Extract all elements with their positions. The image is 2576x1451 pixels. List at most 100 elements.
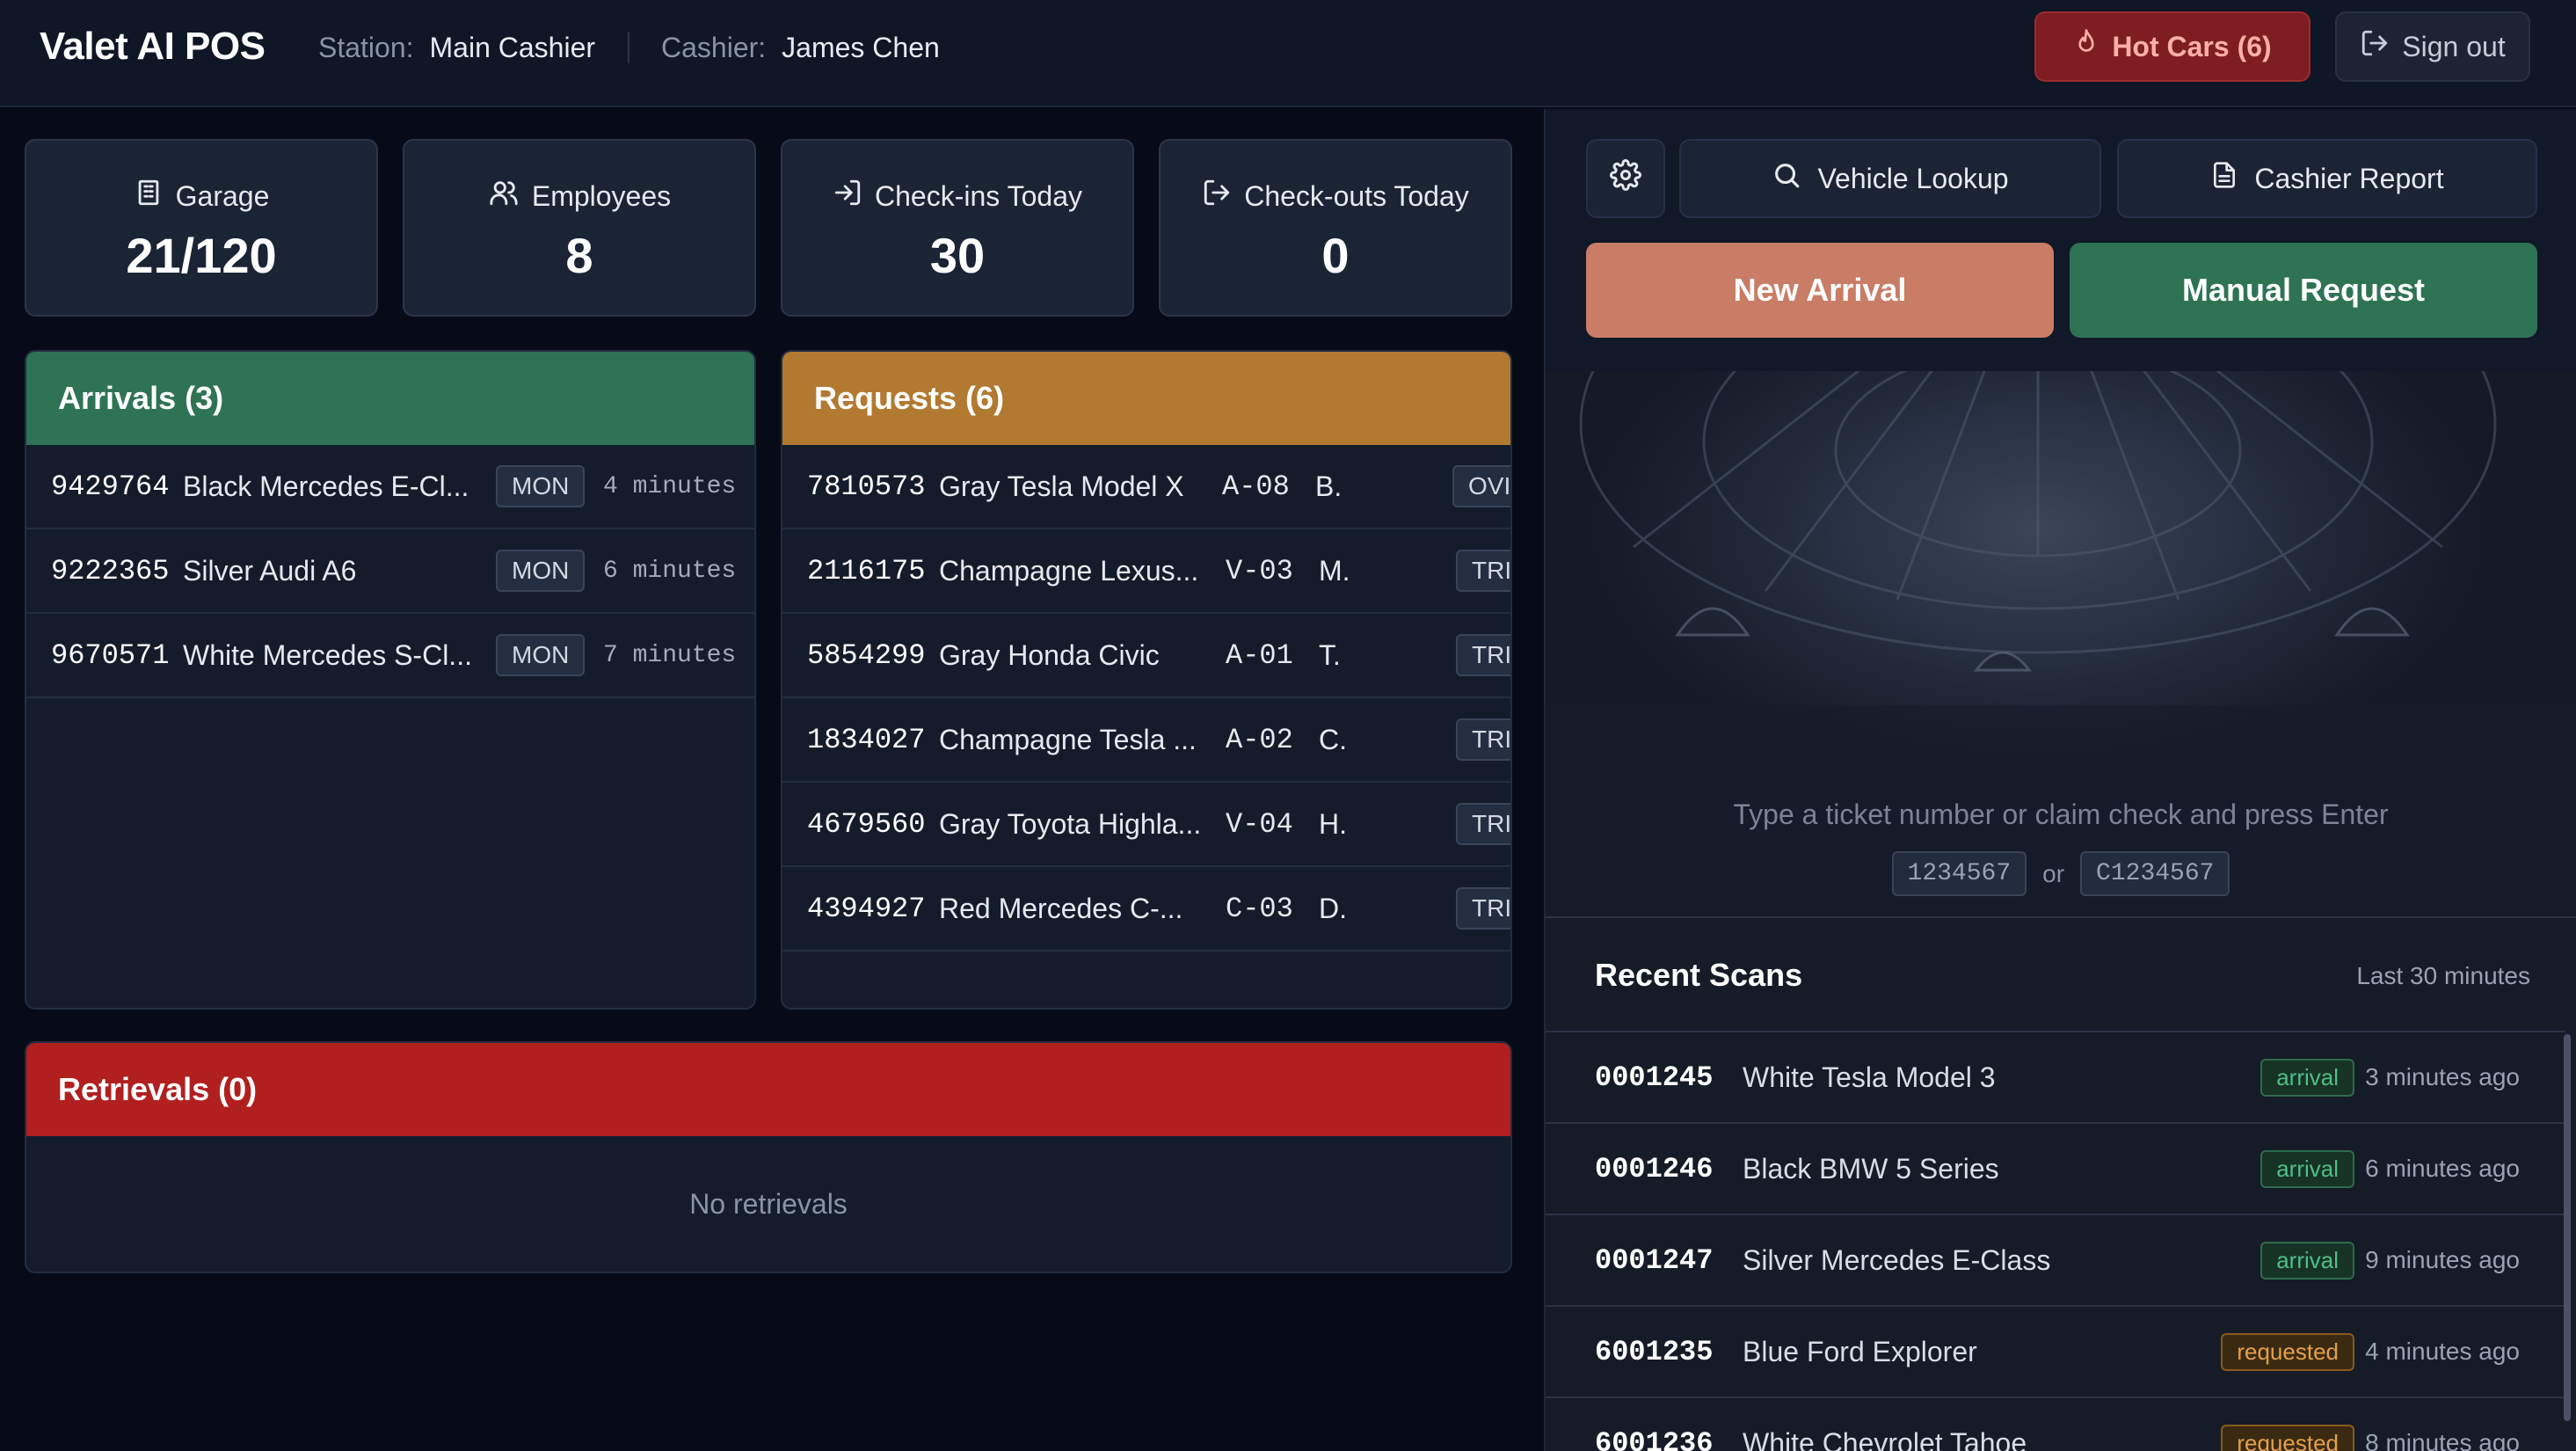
scan-row[interactable]: 0001245 White Tesla Model 3 arrival 3 mi…	[1546, 1031, 2565, 1122]
parking-spot: C-03	[1226, 892, 1293, 925]
cashier-label: Cashier:	[661, 32, 767, 63]
station-info: Station: Main Cashier	[318, 32, 595, 64]
customer-initial: D.	[1319, 892, 1347, 924]
header-divider	[628, 32, 629, 63]
cashier-report-button[interactable]: Cashier Report	[2117, 139, 2537, 218]
stat-garage: Garage 21/120	[25, 139, 378, 317]
stat-employees: Employees 8	[403, 139, 756, 317]
logout-icon	[2360, 28, 2390, 65]
status-badge: arrival	[2260, 1058, 2354, 1097]
flame-icon	[2073, 28, 2099, 65]
new-arrival-button[interactable]: New Arrival	[1586, 243, 2054, 338]
arrival-row[interactable]: 9222365 Silver Audi A6 MON 6 minutes	[26, 529, 754, 614]
vehicle-name: White Mercedes S-Cl...	[183, 638, 472, 671]
cashier-info: Cashier: James Chen	[661, 32, 940, 64]
example-ticket: 1234567	[1891, 851, 2027, 896]
ticket-number: 4679560	[807, 807, 926, 841]
action-panel: Vehicle Lookup Cashier Report New Arriva…	[1544, 109, 2576, 371]
manual-request-button[interactable]: Manual Request	[2070, 243, 2537, 338]
recent-scans-title: Recent Scans	[1595, 957, 1803, 993]
vehicle-name: Silver Audi A6	[183, 554, 357, 587]
vehicle-name: White Tesla Model 3	[1743, 1061, 1996, 1093]
ticket-number: 2116175	[807, 554, 926, 587]
status-tag: MON	[496, 465, 586, 507]
scan-hint: Type a ticket number or claim check and …	[1733, 798, 2389, 830]
settings-button[interactable]	[1586, 139, 1665, 218]
document-icon	[2210, 160, 2238, 197]
hot-cars-button[interactable]: Hot Cars (6)	[2034, 11, 2310, 82]
users-icon	[488, 178, 520, 215]
scan-time: 3 minutes ago	[2365, 1063, 2520, 1090]
status-tag: OVI	[1452, 465, 1510, 507]
ticket-number: 6001235	[1595, 1335, 1714, 1368]
example-claim-check: C1234567	[2080, 851, 2230, 896]
ticket-number: 1834027	[807, 723, 926, 756]
vehicle-name: Black Mercedes E-Cl...	[183, 470, 469, 502]
scan-examples: 1234567 or C1234567	[1546, 851, 2576, 896]
status-tag: TRI	[1456, 718, 1510, 761]
ticket-number: 5854299	[807, 638, 926, 672]
vehicle-name: Silver Mercedes E-Class	[1743, 1243, 2051, 1276]
status-badge: requested	[2221, 1332, 2354, 1371]
scrollbar[interactable]	[2564, 1034, 2571, 1421]
scan-row[interactable]: 0001246 Black BMW 5 Series arrival 6 min…	[1546, 1122, 2565, 1214]
stat-checkouts: Check-outs Today 0	[1159, 139, 1512, 317]
cashier-value: James Chen	[782, 32, 940, 63]
retrievals-panel: Retrievals (0) No retrievals	[25, 1041, 1512, 1273]
vehicle-name: Gray Tesla Model X	[939, 470, 1184, 502]
scan-row[interactable]: 6001235 Blue Ford Explorer requested 4 m…	[1546, 1305, 2565, 1396]
vehicle-lookup-button[interactable]: Vehicle Lookup	[1679, 139, 2101, 218]
station-value: Main Cashier	[429, 32, 596, 63]
request-row[interactable]: 2116175 Champagne Lexus... V-03 M. TRI	[782, 529, 1510, 614]
ticket-number: 0001245	[1595, 1061, 1714, 1094]
arrival-row[interactable]: 9670571 White Mercedes S-Cl... MON 7 min…	[26, 614, 754, 698]
elapsed-time: 6 minutes	[603, 557, 737, 585]
request-row[interactable]: 5854299 Gray Honda Civic A-01 T. TRI	[782, 614, 1510, 698]
vehicle-lookup-label: Vehicle Lookup	[1817, 162, 2009, 194]
stat-value: 0	[1321, 228, 1350, 283]
vehicle-name: Champagne Lexus...	[939, 554, 1199, 587]
parking-spot: A-01	[1226, 638, 1293, 672]
stat-value: 8	[565, 228, 593, 283]
ticket-number: 9670571	[51, 638, 170, 672]
status-tag: TRI	[1456, 634, 1510, 676]
request-row[interactable]: 1834027 Champagne Tesla ... A-02 C. TRI	[782, 698, 1510, 783]
request-row[interactable]: 7810573 Gray Tesla Model X A-08 B. OVI	[782, 445, 1510, 529]
top-bar: Valet AI POS Station: Main Cashier Cashie…	[0, 0, 2576, 107]
scan-time: 4 minutes ago	[2365, 1338, 2520, 1365]
scan-time: 9 minutes ago	[2365, 1246, 2520, 1273]
ticket-number: 0001247	[1595, 1243, 1714, 1277]
sign-out-button[interactable]: Sign out	[2335, 11, 2530, 82]
scan-row[interactable]: 6001236 White Chevrolet Tahoe requested …	[1546, 1396, 2565, 1451]
stat-label: Garage	[175, 179, 270, 212]
requests-panel: Requests (6) 7810573 Gray Tesla Model X …	[781, 350, 1512, 1010]
scan-row[interactable]: 0001247 Silver Mercedes E-Class arrival …	[1546, 1214, 2565, 1305]
scan-time: 6 minutes ago	[2365, 1155, 2520, 1182]
logout-icon	[1202, 178, 1232, 215]
vehicle-name: Red Mercedes C-...	[939, 892, 1183, 924]
request-row[interactable]: 4394927 Red Mercedes C-... C-03 D. TRI	[782, 867, 1510, 952]
retrievals-header: Retrievals (0)	[26, 1043, 1510, 1136]
ticket-number: 9429764	[51, 470, 170, 503]
station-label: Station:	[318, 32, 414, 63]
customer-initial: T.	[1319, 638, 1341, 671]
customer-initial: H.	[1319, 807, 1347, 840]
login-icon	[833, 178, 862, 215]
building-icon	[134, 178, 164, 215]
app-title: Valet AI POS	[40, 25, 266, 68]
recent-scans-subtitle: Last 30 minutes	[2356, 962, 2530, 989]
scan-area[interactable]: Type a ticket number or claim check and …	[1544, 371, 2576, 916]
elapsed-time: 7 minutes	[603, 641, 737, 669]
customer-initial: C.	[1319, 723, 1347, 755]
stat-value: 21/120	[126, 228, 277, 283]
search-icon	[1772, 160, 1801, 197]
request-row[interactable]: 4679560 Gray Toyota Highla... V-04 H. TR…	[782, 783, 1510, 867]
or-text: or	[2042, 859, 2065, 887]
vehicle-name: Gray Honda Civic	[939, 638, 1160, 671]
vehicle-name: Champagne Tesla ...	[939, 723, 1197, 755]
vehicle-name: Blue Ford Explorer	[1743, 1335, 1977, 1367]
status-tag: MON	[496, 634, 586, 676]
stat-label: Check-outs Today	[1244, 179, 1469, 212]
stat-label: Employees	[531, 179, 672, 212]
arrival-row[interactable]: 9429764 Black Mercedes E-Cl... MON 4 min…	[26, 445, 754, 529]
